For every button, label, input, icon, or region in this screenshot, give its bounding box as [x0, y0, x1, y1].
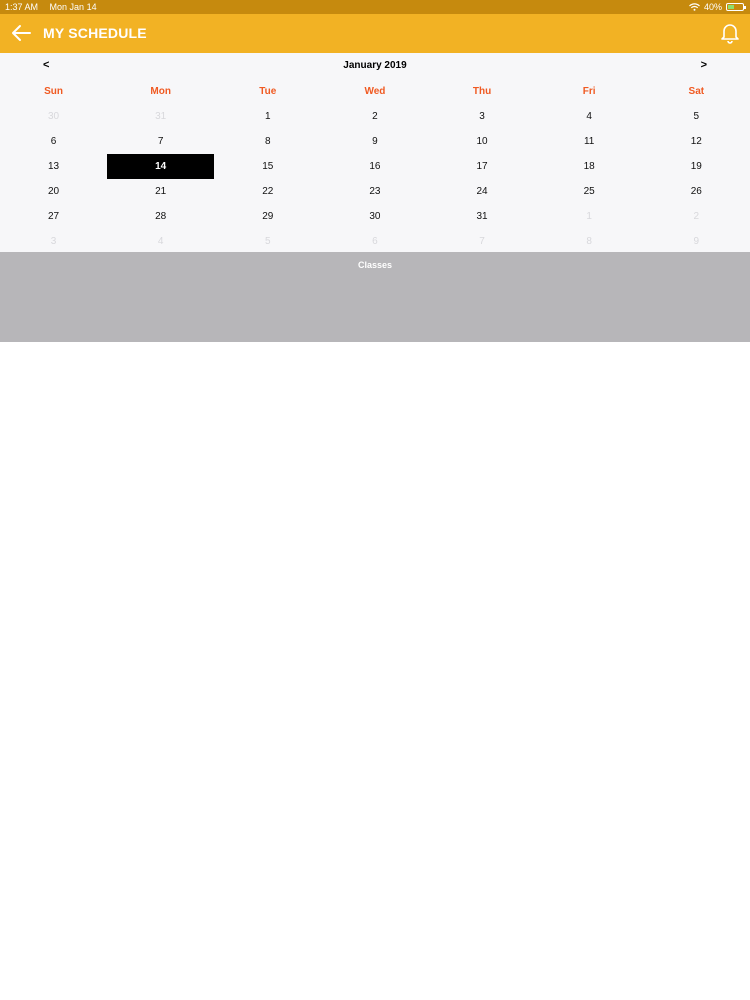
weekday-header: Sun Mon Tue Wed Thu Fri Sat: [0, 79, 750, 104]
arrow-left-icon[interactable]: [10, 23, 32, 43]
weekday-label: Mon: [150, 86, 171, 97]
calendar-day[interactable]: 16: [321, 154, 428, 179]
calendar-day[interactable]: 30: [321, 204, 428, 229]
weekday-label: Fri: [582, 86, 596, 97]
calendar-day[interactable]: 6: [321, 229, 428, 254]
bell-icon[interactable]: [720, 22, 740, 44]
calendar-day[interactable]: 24: [429, 179, 536, 204]
calendar-day[interactable]: 29: [214, 204, 321, 229]
status-left: 1:37 AM Mon Jan 14: [5, 0, 106, 14]
next-month-button[interactable]: >: [701, 59, 707, 71]
calendar-day[interactable]: 9: [643, 229, 750, 254]
calendar-day[interactable]: 21: [107, 179, 214, 204]
weekday-label: Tue: [259, 86, 277, 97]
calendar-day[interactable]: 3: [429, 104, 536, 129]
status-time: 1:37 AM: [5, 2, 39, 12]
calendar-day[interactable]: 4: [536, 104, 643, 129]
calendar-day[interactable]: 8: [536, 229, 643, 254]
calendar-day[interactable]: 30: [0, 104, 107, 129]
weekday-label: Thu: [472, 86, 492, 97]
classes-panel: Classes: [0, 252, 750, 342]
battery-icon: [726, 3, 746, 11]
calendar-day[interactable]: 22: [214, 179, 321, 204]
weekday-label: Wed: [364, 86, 386, 97]
calendar-day[interactable]: 20: [0, 179, 107, 204]
calendar-day[interactable]: 5: [214, 229, 321, 254]
calendar-week: 27 28 29 30 31 1 2: [0, 204, 750, 229]
calendar-day[interactable]: 9: [321, 129, 428, 154]
battery-percent: 40%: [703, 2, 722, 12]
calendar-day[interactable]: 1: [536, 204, 643, 229]
calendar-week: 3456789: [0, 229, 750, 254]
calendar-day[interactable]: 5: [643, 104, 750, 129]
calendar-day[interactable]: 19: [643, 154, 750, 179]
calendar-day[interactable]: 14: [107, 154, 215, 179]
calendar-day[interactable]: 11: [536, 129, 643, 154]
calendar-day[interactable]: 27: [0, 204, 107, 229]
calendar-week: 13 14 15 16 17 18 19: [0, 154, 750, 179]
calendar-day[interactable]: 7: [107, 129, 214, 154]
calendar-week: 30 31 1 2 3 4 5: [0, 104, 750, 129]
calendar-nav: < January 2019 >: [0, 53, 750, 79]
calendar-day[interactable]: 4: [107, 229, 214, 254]
calendar-day[interactable]: 13: [0, 154, 107, 179]
calendar-day[interactable]: 6: [0, 129, 107, 154]
calendar-week: 20 21 22 23 24 25 26: [0, 179, 750, 204]
status-bar: 1:37 AM Mon Jan 14 40%: [0, 0, 750, 14]
page-title: MY SCHEDULE: [43, 25, 147, 41]
content-area: [0, 342, 750, 1000]
calendar-day[interactable]: 25: [536, 179, 643, 204]
wifi-icon: [689, 3, 700, 11]
calendar-day[interactable]: 31: [429, 204, 536, 229]
status-right: 40%: [689, 0, 746, 14]
calendar-day[interactable]: 1: [214, 104, 321, 129]
weekday-label: Sun: [44, 86, 63, 97]
calendar-day[interactable]: 7: [429, 229, 536, 254]
calendar-day[interactable]: 26: [643, 179, 750, 204]
calendar-day[interactable]: 12: [643, 129, 750, 154]
calendar-grid: 30 31 1 2 3 4 5 6 7 8 9 10 11 12 13 14 15 16 17 18 19 20 21 22 2…: [0, 104, 750, 254]
calendar-day[interactable]: 2: [643, 204, 750, 229]
app-bar: MY SCHEDULE: [0, 14, 750, 53]
calendar-day[interactable]: 23: [321, 179, 428, 204]
calendar-day[interactable]: 17: [429, 154, 536, 179]
calendar-day[interactable]: 18: [536, 154, 643, 179]
month-label: January 2019: [343, 60, 407, 71]
calendar-day[interactable]: 15: [214, 154, 321, 179]
weekday-label: Sat: [688, 86, 705, 97]
calendar-day[interactable]: 2: [321, 104, 428, 129]
calendar: < January 2019 > Sun Mon Tue Wed Thu Fri Sat 3…: [0, 53, 750, 252]
calendar-week: 6 7 8 9 10 11 12: [0, 129, 750, 154]
calendar-day[interactable]: 28: [107, 204, 214, 229]
status-date: Mon Jan 14: [49, 2, 97, 12]
calendar-day[interactable]: 10: [429, 129, 536, 154]
calendar-day[interactable]: 3: [0, 229, 107, 254]
calendar-day[interactable]: 8: [214, 129, 321, 154]
classes-label: Classes: [357, 260, 393, 270]
calendar-day[interactable]: 31: [107, 104, 214, 129]
